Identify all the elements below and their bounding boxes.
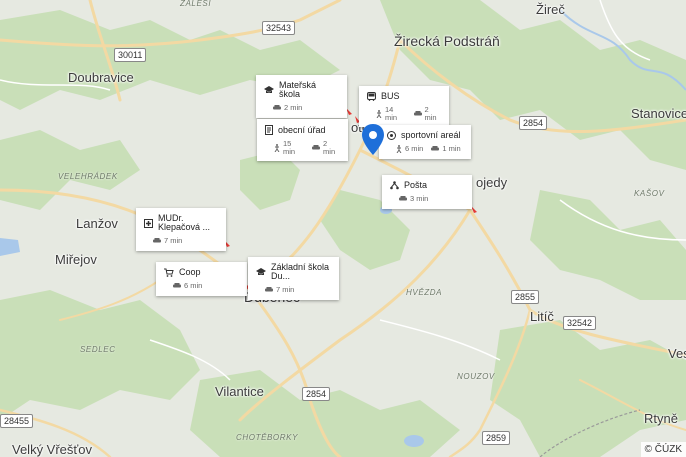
poi-time: 2 min xyxy=(424,105,437,122)
walk-icon xyxy=(376,109,382,118)
poi-time: 2 min xyxy=(284,103,303,112)
poi-name: MUDr. Klepačová ... xyxy=(158,213,211,232)
poi-name: BUS xyxy=(381,91,400,101)
poi-name: Coop xyxy=(179,267,201,277)
medical-icon xyxy=(144,218,153,228)
car-icon xyxy=(153,237,161,243)
poi-time: 1 min xyxy=(442,144,461,154)
poi-name: sportovní areál xyxy=(401,130,461,140)
ball-icon xyxy=(387,131,396,140)
post-icon xyxy=(390,181,399,190)
bus-icon xyxy=(367,92,376,101)
cart-icon xyxy=(164,268,174,277)
poi-time: 6 min xyxy=(405,144,424,154)
car-icon xyxy=(265,286,273,292)
poi-name: Základní škola Du... xyxy=(271,262,330,281)
school-icon xyxy=(264,86,274,93)
poi-name: Pošta xyxy=(404,180,428,190)
car-icon xyxy=(399,195,407,201)
car-icon xyxy=(413,110,422,115)
car-icon xyxy=(312,144,321,149)
map-canvas[interactable]: Žireč Žirecká Podstráň Doubravice Stanov… xyxy=(0,0,686,457)
poi-card-mudr[interactable]: MUDr. Klepačová ... 7 min xyxy=(136,208,226,251)
car-icon xyxy=(273,104,281,110)
poi-card-zakladni-skola[interactable]: Základní škola Du... 7 min xyxy=(248,257,339,300)
poi-time: 7 min xyxy=(276,285,295,294)
poi-name: Mateřská škola xyxy=(279,80,317,99)
poi-time: 3 min xyxy=(410,194,429,203)
poi-card-materska-skola[interactable]: Mateřská škola 2 min xyxy=(256,75,347,118)
poi-card-bus[interactable]: BUS 14 min 2 min xyxy=(359,86,449,127)
poi-name: obecní úřad xyxy=(278,124,326,135)
poi-card-sportovni-areal[interactable]: sportovní areál 6 min 1 min xyxy=(379,125,471,159)
car-icon xyxy=(173,282,181,288)
walk-icon xyxy=(396,145,402,153)
location-pin-icon[interactable] xyxy=(361,124,385,156)
car-icon xyxy=(431,146,440,151)
map-copyright[interactable]: © ČÚZK xyxy=(640,442,686,457)
poi-time: 6 min xyxy=(184,281,203,290)
poi-card-obecni-urad[interactable]: obecní úřad 15 min 2 min xyxy=(257,119,348,161)
walk-icon xyxy=(274,143,280,152)
school-icon xyxy=(256,268,266,275)
poi-time: 2 min xyxy=(323,139,336,156)
poi-time: 15 min xyxy=(283,139,296,156)
poi-card-posta[interactable]: Pošta 3 min xyxy=(382,175,472,209)
poi-card-coop[interactable]: Coop 6 min xyxy=(156,262,247,296)
poi-connector-layer xyxy=(224,108,477,289)
document-icon xyxy=(265,125,273,135)
poi-time: 14 min xyxy=(385,105,398,122)
poi-time: 7 min xyxy=(164,236,183,245)
